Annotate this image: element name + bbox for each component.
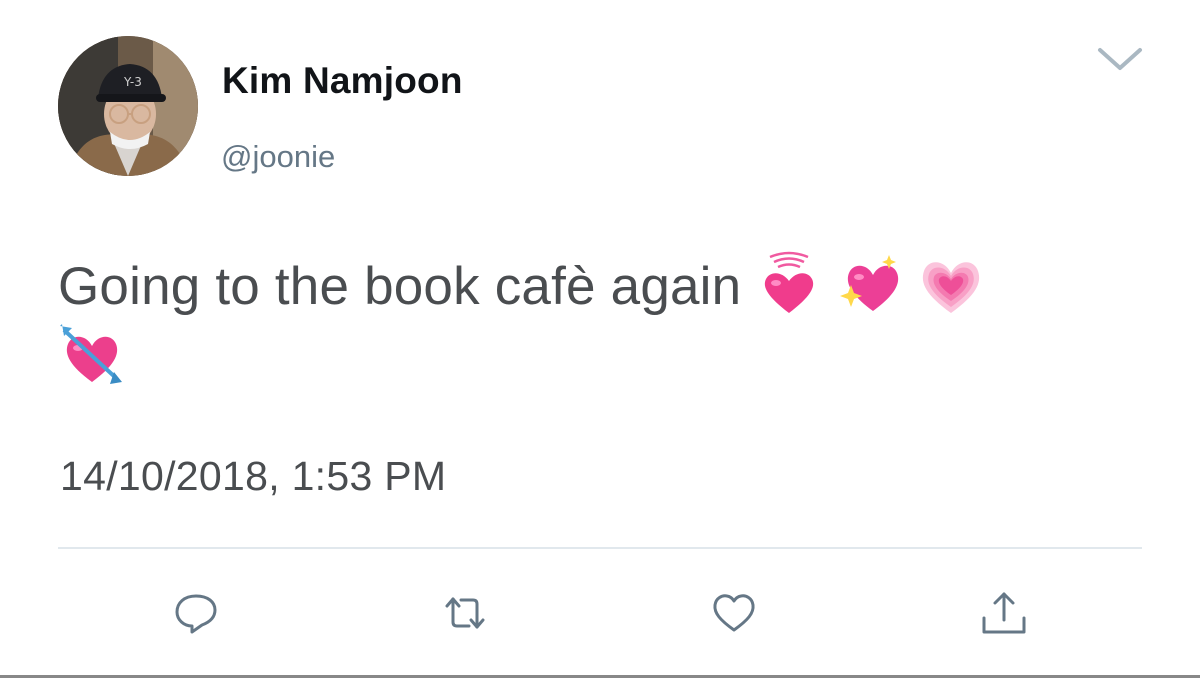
chevron-down-icon — [1098, 48, 1142, 70]
avatar[interactable]: Y-3 — [58, 36, 198, 176]
reply-icon — [175, 594, 217, 634]
tweet-text-content: Going to the book cafè again — [58, 257, 742, 316]
share-icon — [982, 592, 1026, 634]
tweet-timestamp[interactable]: 14/10/2018, 1:53 PM — [60, 453, 446, 500]
vibrating-heart-icon — [756, 251, 822, 317]
like-button[interactable] — [706, 588, 762, 638]
tweet-card: Y-3 Kim Namjoon @joonie Going to the boo… — [0, 0, 1200, 678]
svg-text:Y-3: Y-3 — [123, 75, 142, 89]
reply-button[interactable] — [168, 588, 224, 638]
display-name[interactable]: Kim Namjoon — [222, 60, 463, 102]
growing-heart-icon — [918, 251, 984, 317]
divider — [58, 547, 1142, 549]
tweet-text: Going to the book cafè again — [58, 251, 1148, 394]
heart-outline-icon — [713, 594, 755, 632]
share-button[interactable] — [976, 588, 1032, 638]
avatar-photo-icon: Y-3 — [58, 36, 198, 176]
sparkling-heart-icon — [837, 251, 903, 317]
more-options-button[interactable] — [1094, 40, 1146, 76]
user-handle[interactable]: @joonie — [221, 139, 335, 175]
retweet-icon — [445, 597, 485, 629]
heart-with-arrow-icon — [58, 322, 124, 388]
retweet-button[interactable] — [437, 588, 493, 638]
